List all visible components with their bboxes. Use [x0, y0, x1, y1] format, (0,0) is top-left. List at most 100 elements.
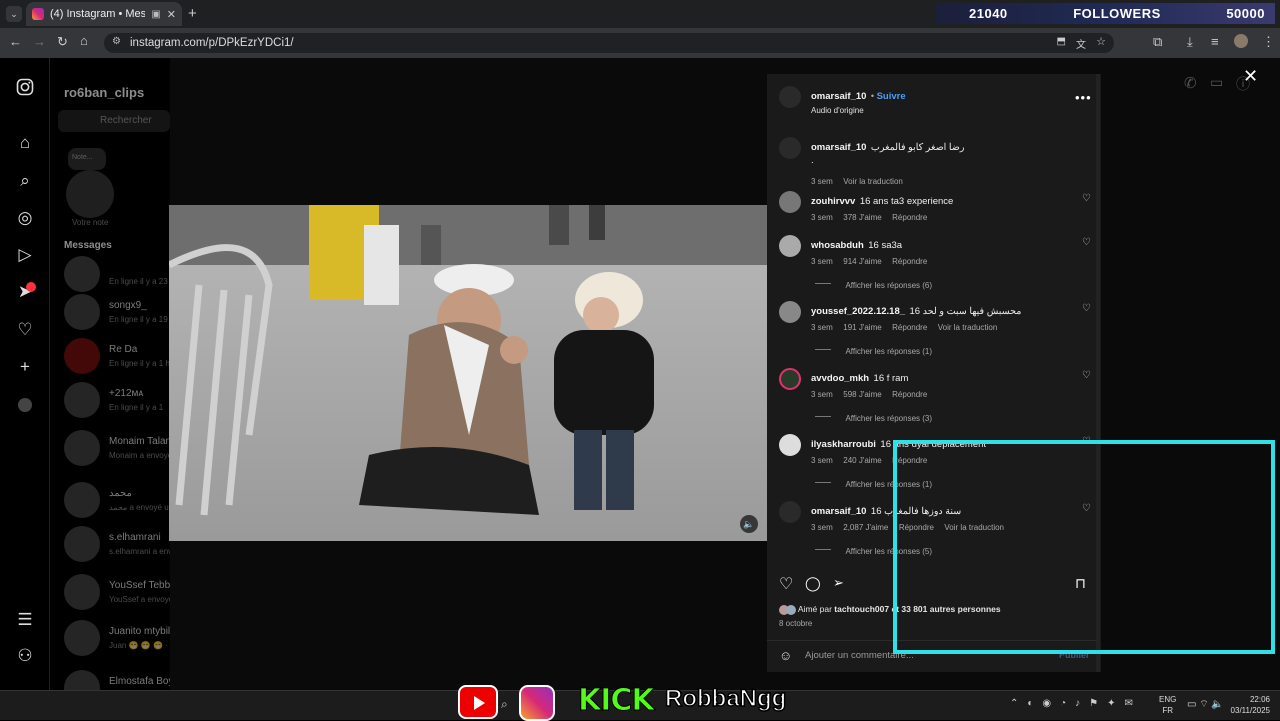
- media-controls-icon[interactable]: ≡: [1211, 34, 1219, 49]
- dm-thread-row[interactable]: Juanito mtybil Juan 😁 😁 😁 · 5: [64, 620, 174, 658]
- comment-like-icon[interactable]: ♡: [1082, 237, 1091, 248]
- caption-meta: 3 sem Voir la traduction: [811, 171, 1071, 189]
- comment-avatar[interactable]: [779, 368, 801, 390]
- view-replies-link[interactable]: Afficher les réponses (1): [845, 347, 932, 356]
- clock[interactable]: 22:06 03/11/2025: [1222, 694, 1270, 716]
- dm-thread-row[interactable]: Re Da En ligne il y a 1 h: [64, 338, 170, 376]
- browser-menu-icon[interactable]: ⋮: [1262, 34, 1275, 50]
- tab-close-icon[interactable]: ✕: [167, 8, 176, 21]
- liked-by-user[interactable]: tachtouch007: [834, 604, 889, 614]
- reel-video[interactable]: 🔈: [169, 205, 767, 541]
- close-modal-icon[interactable]: ✕: [1243, 66, 1258, 87]
- tab-media-icon[interactable]: ▣: [151, 9, 160, 20]
- comment-reply-link[interactable]: Répondre: [892, 323, 927, 332]
- download-icon[interactable]: ⤓: [1187, 34, 1193, 50]
- create-icon[interactable]: +: [14, 356, 36, 378]
- comment-username[interactable]: omarsaif_10: [811, 506, 866, 517]
- comment-reply-link[interactable]: Répondre: [892, 213, 927, 222]
- view-replies-link[interactable]: Afficher les réponses (3): [845, 414, 932, 423]
- comment-likes[interactable]: 2,087 J'aime: [843, 523, 888, 532]
- author-avatar[interactable]: [779, 86, 801, 108]
- post-options-icon[interactable]: •••: [1075, 90, 1092, 105]
- dm-search-input[interactable]: Rechercher: [58, 110, 170, 132]
- caption-username[interactable]: omarsaif_10: [811, 142, 866, 153]
- comment-like-icon[interactable]: ♡: [1082, 370, 1091, 381]
- caption-translate-link[interactable]: Voir la traduction: [843, 177, 903, 186]
- comment-likes[interactable]: 191 J'aime: [843, 323, 881, 332]
- caption-avatar[interactable]: [779, 137, 801, 159]
- back-icon[interactable]: ←: [9, 34, 22, 49]
- new-tab-button[interactable]: +: [188, 5, 197, 22]
- like-icon[interactable]: ♡: [779, 574, 793, 594]
- comment-username[interactable]: ilyaskharroubi: [811, 439, 876, 450]
- note-bubble[interactable]: Note...: [68, 148, 106, 170]
- comment-username[interactable]: youssef_2022.12.18_: [811, 306, 905, 317]
- reels-icon[interactable]: ▷: [14, 244, 36, 266]
- youtube-icon[interactable]: [458, 685, 498, 719]
- dm-thread-row[interactable]: Monaim Talam Monaim a envoyé: [64, 430, 174, 468]
- dm-thread-row[interactable]: s.elhamrani s.elhamrani a env: [64, 526, 172, 564]
- comment-reply-link[interactable]: Répondre: [892, 390, 927, 399]
- comment-like-icon[interactable]: ♡: [1082, 193, 1091, 204]
- search-nav-icon[interactable]: ⌕: [14, 170, 36, 192]
- dm-thread-row[interactable]: En ligne il y a 23: [64, 256, 170, 294]
- dm-thread-row[interactable]: +212ᴍᴀ En ligne il y a 1: [64, 382, 170, 420]
- install-app-icon[interactable]: ⬒: [1057, 36, 1066, 47]
- comment-avatar[interactable]: [779, 235, 801, 257]
- bookmark-star-icon[interactable]: ☆: [1096, 35, 1106, 48]
- mute-toggle-button[interactable]: 🔈: [740, 515, 758, 533]
- share-icon[interactable]: ➢: [833, 575, 844, 591]
- wifi-volume-icons[interactable]: ▭ ⌔ 🔈: [1187, 698, 1224, 711]
- forward-icon[interactable]: →: [33, 34, 46, 49]
- taskbar-search-icon[interactable]: ⌕: [501, 697, 508, 712]
- comment-avatar[interactable]: [779, 301, 801, 323]
- comment-likes[interactable]: 378 J'aime: [843, 213, 881, 222]
- follow-button[interactable]: Suivre: [877, 91, 906, 102]
- comment-username[interactable]: avvdoo_mkh: [811, 373, 869, 384]
- language-indicator[interactable]: ENG FR: [1159, 694, 1176, 716]
- home-nav-icon[interactable]: ⌂: [14, 132, 36, 154]
- dm-account-name[interactable]: ro6ban_clips: [64, 85, 144, 100]
- comment-likes[interactable]: 598 J'aime: [843, 390, 881, 399]
- profile-nav-avatar[interactable]: [18, 398, 32, 412]
- explore-icon[interactable]: ◎: [14, 207, 36, 229]
- comment-avatar[interactable]: [779, 191, 801, 213]
- comment-username[interactable]: whosabduh: [811, 240, 864, 251]
- tab-search-button[interactable]: ⌄: [6, 6, 22, 22]
- view-replies[interactable]: Afficher les réponses (1): [815, 341, 932, 359]
- comment-username[interactable]: zouhirvvv: [811, 196, 855, 207]
- tray-icons[interactable]: ⌃◐◉◔♪⚑✦✉: [1010, 698, 1142, 709]
- instagram-overlay-icon[interactable]: [519, 685, 555, 721]
- translate-icon[interactable]: 文: [1076, 36, 1086, 51]
- meta-apps-icon[interactable]: ⚇: [14, 645, 36, 667]
- my-note-avatar[interactable]: [66, 170, 114, 218]
- dm-thread-row[interactable]: محمد محمد a envoyé u: [64, 482, 170, 520]
- author-username[interactable]: omarsaif_10: [811, 91, 866, 102]
- comment-likes[interactable]: 240 J'aime: [843, 456, 881, 465]
- address-bar[interactable]: ⚙ instagram.com/p/DPkEzrYDCi1/ ⬒ 文 ☆: [104, 33, 1114, 53]
- home-icon[interactable]: ⌂: [80, 33, 88, 48]
- comment-avatar[interactable]: [779, 501, 801, 523]
- dm-thread-row[interactable]: songx9_ En ligne il y a 19: [64, 294, 170, 332]
- more-menu-icon[interactable]: ☰: [14, 609, 36, 631]
- view-replies[interactable]: Afficher les réponses (3): [815, 408, 932, 426]
- view-replies-link[interactable]: Afficher les réponses (6): [845, 281, 932, 290]
- profile-avatar[interactable]: [1234, 34, 1248, 48]
- comment-like-icon[interactable]: ♡: [1082, 303, 1091, 314]
- view-replies[interactable]: Afficher les réponses (6): [815, 275, 932, 293]
- site-info-icon[interactable]: ⚙: [112, 36, 121, 47]
- comment-icon[interactable]: ◯: [805, 575, 821, 592]
- comment-reply-link[interactable]: Répondre: [892, 257, 927, 266]
- emoji-icon[interactable]: ☺: [779, 648, 792, 663]
- audio-label[interactable]: Audio d'origine: [811, 106, 906, 115]
- comment-avatar[interactable]: [779, 434, 801, 456]
- reload-icon[interactable]: ↻: [57, 34, 68, 50]
- followers-current: 21040: [969, 6, 1008, 21]
- comment-likes[interactable]: 914 J'aime: [843, 257, 881, 266]
- browser-tab[interactable]: (4) Instagram • Messages ▣ ✕: [26, 2, 182, 26]
- instagram-logo-icon[interactable]: [14, 78, 36, 100]
- notifications-icon[interactable]: ♡: [14, 319, 36, 341]
- comment-translate-link[interactable]: Voir la traduction: [938, 323, 998, 332]
- extensions-icon[interactable]: ⧉: [1153, 34, 1162, 50]
- dm-thread-row[interactable]: YouSsef Tebbâ YouSsef a envoye: [64, 574, 176, 612]
